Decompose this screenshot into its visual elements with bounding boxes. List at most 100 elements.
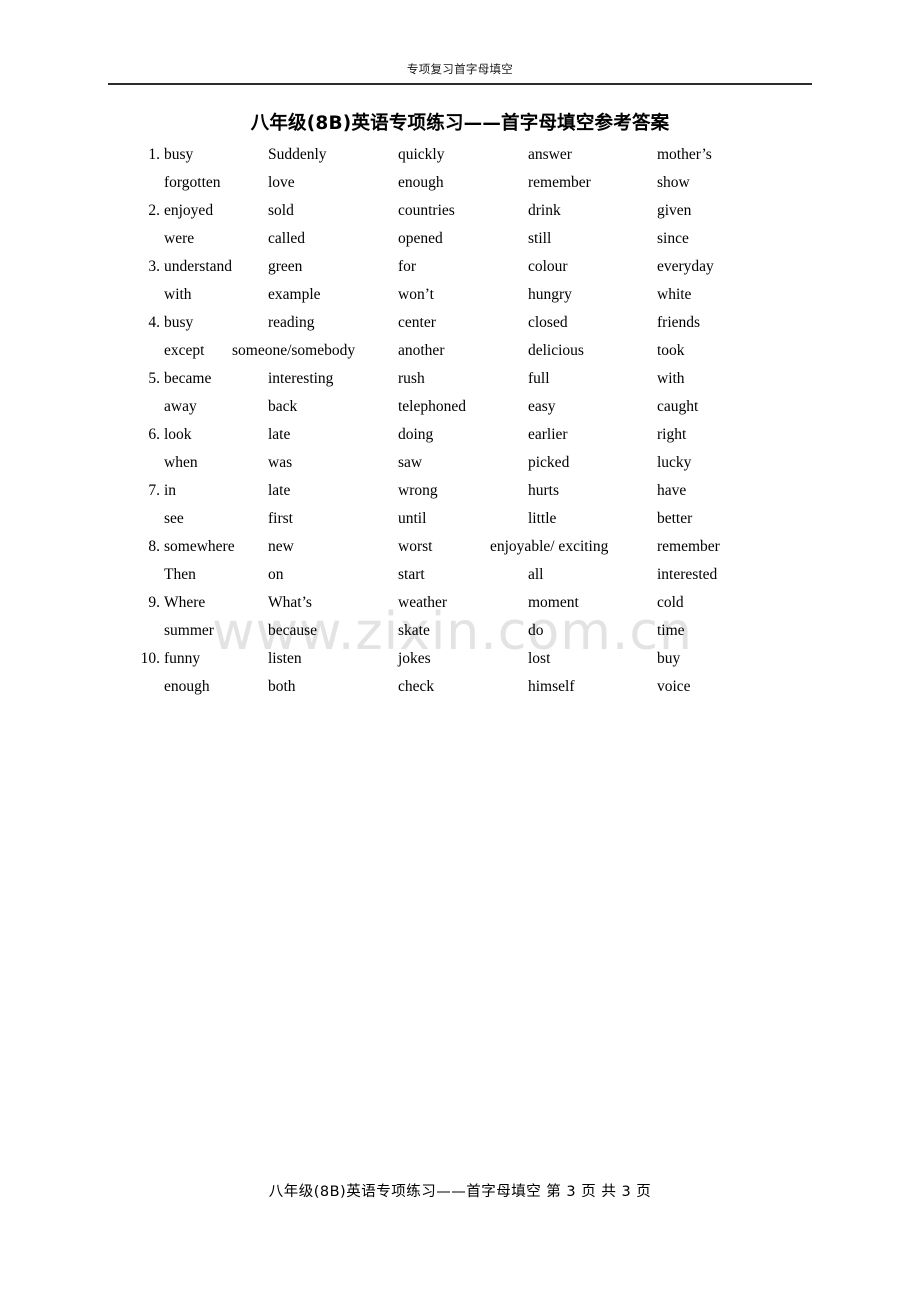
answer-cell-col3: enough	[398, 173, 523, 193]
answer-cell-col5: with	[657, 369, 787, 389]
answer-item-number: 6.	[148, 426, 160, 443]
answer-word: picked	[528, 454, 570, 471]
answer-word: countries	[398, 202, 455, 219]
answer-cell-col5: lucky	[657, 453, 787, 473]
answer-word: somewhere	[164, 538, 235, 555]
answer-cell-col4: himself	[528, 677, 653, 697]
answer-cell-col1: 3. understand	[134, 257, 259, 277]
answer-row: forgotten love enough remember show	[0, 173, 920, 201]
answer-row: except someone/somebody another delicious to…	[0, 341, 920, 369]
answer-cell-col2: example	[268, 285, 393, 305]
answer-cell-col5: have	[657, 481, 787, 501]
answer-cell-col4: closed	[528, 313, 653, 333]
answer-word: because	[268, 622, 318, 639]
answer-word: time	[657, 622, 685, 639]
answer-row: Then on start all interested	[0, 565, 920, 593]
answer-word: buy	[657, 650, 681, 667]
answer-cell-col4: remember	[528, 173, 653, 193]
answer-cell-col1: 2. enjoyed	[134, 201, 259, 221]
answer-word: telephoned	[398, 398, 467, 415]
answer-cell-col4: full	[528, 369, 653, 389]
answer-row: 10. funny listen jokes lost buy	[0, 649, 920, 677]
answer-word: for	[398, 258, 417, 275]
answer-word: rush	[398, 370, 425, 387]
answer-word: white	[657, 286, 692, 303]
answer-word: worst	[398, 538, 433, 555]
answer-word: jokes	[398, 650, 431, 667]
answer-row: 4. busy reading center closed friends	[0, 313, 920, 341]
answer-word: see	[164, 510, 184, 527]
answer-cell-col2: called	[268, 229, 393, 249]
answer-cell-col2: back	[268, 397, 393, 417]
answer-word: caught	[657, 398, 699, 415]
answer-word: lucky	[657, 454, 692, 471]
answer-cell-col2: because	[268, 621, 393, 641]
answer-cell-col2: on	[268, 565, 393, 585]
answer-row: when was saw picked lucky	[0, 453, 920, 481]
answer-word: hurts	[528, 482, 559, 499]
answer-word: enjoyed	[164, 202, 214, 219]
answer-cell-col1: enough	[134, 677, 259, 697]
answer-word: still	[528, 230, 552, 247]
answer-cell-col5: since	[657, 229, 787, 249]
answer-row: 3. understand green for colour everyday	[0, 257, 920, 285]
answer-cell-col3: quickly	[398, 145, 523, 165]
answer-cell-col4: do	[528, 621, 653, 641]
answer-cell-col5: caught	[657, 397, 787, 417]
answer-word: until	[398, 510, 427, 527]
answer-word: right	[657, 426, 687, 443]
answer-cell-col4: lost	[528, 649, 653, 669]
header-rule-divider	[108, 83, 812, 85]
answer-word: late	[268, 426, 291, 443]
answer-word: lost	[528, 650, 551, 667]
answer-word: another	[398, 342, 445, 359]
answer-word: mother’s	[657, 146, 712, 163]
answer-word: summer	[164, 622, 214, 639]
answer-cell-col3: another	[398, 341, 523, 361]
answer-word: voice	[657, 678, 691, 695]
answer-cell-col1: away	[134, 397, 259, 417]
answer-cell-col5: better	[657, 509, 787, 529]
answer-word: closed	[528, 314, 568, 331]
answer-item-number: 10.	[140, 650, 160, 667]
answer-word: example	[268, 286, 321, 303]
answer-cell-col5: voice	[657, 677, 787, 697]
answer-word: check	[398, 678, 435, 695]
answer-cell-col5: cold	[657, 593, 787, 613]
answer-cell-col3: weather	[398, 593, 523, 613]
answer-cell-col2: was	[268, 453, 393, 473]
answer-row: away back telephoned easy caught	[0, 397, 920, 425]
answer-row: 1. busy Suddenly quickly answer mother’s	[0, 145, 920, 173]
answer-word: in	[164, 482, 177, 499]
answer-word: with	[164, 286, 192, 303]
answer-word: wrong	[398, 482, 438, 499]
answer-word: since	[657, 230, 689, 247]
answer-cell-col3: check	[398, 677, 523, 697]
answer-cell-col5: buy	[657, 649, 787, 669]
answer-word: earlier	[528, 426, 568, 443]
answer-word: start	[398, 566, 425, 583]
answer-word: busy	[164, 146, 194, 163]
answer-cell-col2: new	[268, 537, 393, 557]
answer-word: enjoyable/ exciting	[490, 538, 609, 555]
answer-word: called	[268, 230, 306, 247]
answer-word: Then	[164, 566, 196, 583]
answer-word: busy	[164, 314, 194, 331]
answer-word: doing	[398, 426, 434, 443]
answer-word: first	[268, 510, 293, 527]
answer-word: delicious	[528, 342, 584, 359]
answer-cell-col2: interesting	[268, 369, 393, 389]
answer-word: little	[528, 510, 557, 527]
answer-word: look	[164, 426, 192, 443]
answer-cell-col4: enjoyable/ exciting	[490, 537, 660, 557]
answer-cell-col5: everyday	[657, 257, 787, 277]
answer-cell-col5: right	[657, 425, 787, 445]
answer-cell-col3: center	[398, 313, 523, 333]
answer-item-number: 3.	[148, 258, 160, 275]
answer-word: everyday	[657, 258, 714, 275]
answer-cell-col1: see	[134, 509, 259, 529]
answer-item-number: 1.	[148, 146, 160, 163]
answer-cell-col3: start	[398, 565, 523, 585]
answer-row: 6. look late doing earlier right	[0, 425, 920, 453]
answer-cell-col1: 4. busy	[134, 313, 259, 333]
